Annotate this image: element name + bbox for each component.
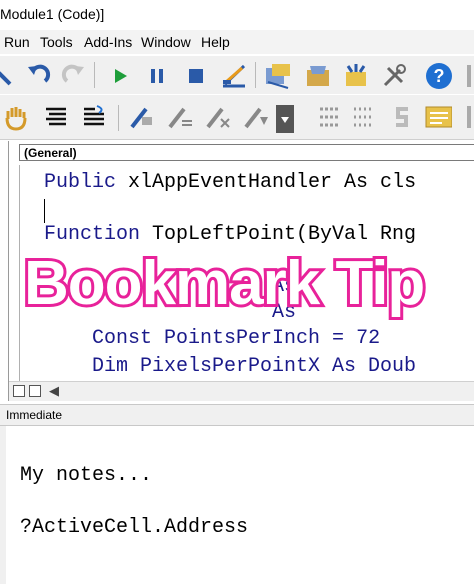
immediate-window-title: Immediate <box>6 408 63 422</box>
horizontal-scrollbar[interactable]: ◀ <box>9 381 474 401</box>
immediate-line: ?ActiveCell.Address <box>20 516 249 539</box>
project-explorer-icon[interactable] <box>264 62 292 90</box>
code-text: PointsPerInch = 72 <box>152 327 381 350</box>
toolbar-separator <box>118 105 119 131</box>
quick-info-icon[interactable] <box>128 103 156 131</box>
menu-window[interactable]: Window <box>141 34 191 50</box>
toggle-bookmark-icon[interactable] <box>242 103 270 131</box>
code-keyword: Public <box>44 171 117 194</box>
standard-toolbar: ? <box>0 56 474 94</box>
toolbar-overflow-icon[interactable] <box>458 62 474 90</box>
complete-word-icon[interactable] <box>204 103 232 131</box>
hand-icon[interactable] <box>2 103 30 131</box>
title-bar: Module1 (Code)] <box>0 0 474 28</box>
toolbar-separator <box>94 62 95 88</box>
bookmark-tip-overlay: Bookmark Tip <box>21 246 428 321</box>
immediate-line: My notes... <box>20 464 153 487</box>
list-properties-icon[interactable] <box>42 103 70 131</box>
uncomment-block-icon[interactable] <box>350 103 378 131</box>
menu-help[interactable]: Help <box>201 34 230 50</box>
code-text: PixelsPerPointX As Doub <box>128 355 417 378</box>
text-cursor <box>44 199 45 223</box>
code-line: Public xlAppEventHandler As cls <box>44 171 416 194</box>
full-module-view-icon[interactable] <box>29 385 41 397</box>
toolbox-icon[interactable] <box>380 62 408 90</box>
scroll-left-icon[interactable]: ◀ <box>49 383 59 399</box>
window-title: Module1 (Code)] <box>0 6 105 22</box>
code-text: TopLeftPoint(ByVal Rng <box>140 223 417 246</box>
edit-toolbar <box>0 95 474 140</box>
procedure-view-icon[interactable] <box>13 385 25 397</box>
toolbar-scroll-icon[interactable] <box>276 105 294 133</box>
menu-run[interactable]: Run <box>4 34 30 50</box>
code-line: Const PointsPerInch = 72 <box>44 327 380 350</box>
object-selector-value: (General) <box>24 146 77 160</box>
list-constants-icon[interactable] <box>80 103 108 131</box>
code-keyword: Function <box>44 223 141 246</box>
reset-icon[interactable] <box>182 62 210 90</box>
object-selector[interactable]: (General) <box>19 144 474 161</box>
run-icon[interactable] <box>106 62 134 90</box>
svg-text:?: ? <box>434 66 445 86</box>
menu-bar: Run Tools Add-Ins Window Help <box>0 30 474 54</box>
properties-window-icon[interactable] <box>304 62 332 90</box>
parameter-info-icon[interactable] <box>166 103 194 131</box>
object-browser-icon[interactable] <box>342 62 370 90</box>
help-icon[interactable]: ? <box>424 62 452 90</box>
redo-partial-icon[interactable] <box>0 62 16 90</box>
menu-add-ins[interactable]: Add-Ins <box>84 34 132 50</box>
redo-icon[interactable] <box>60 62 88 90</box>
code-keyword: Dim <box>44 355 129 378</box>
break-icon[interactable] <box>143 62 171 90</box>
comment-block-icon[interactable] <box>316 103 344 131</box>
code-text: xlAppEventHandler As cls <box>116 171 417 194</box>
code-line: Dim PixelsPerPointX As Doub <box>44 355 416 378</box>
clear-bookmarks-icon[interactable] <box>424 103 452 131</box>
toolbar-overflow-icon[interactable] <box>458 103 474 131</box>
menu-tools[interactable]: Tools <box>40 34 73 50</box>
immediate-window-header: Immediate <box>0 404 474 426</box>
code-line: Function TopLeftPoint(ByVal Rng <box>44 223 416 246</box>
undo-icon[interactable] <box>24 62 52 90</box>
design-mode-icon[interactable] <box>220 62 248 90</box>
toolbar-separator <box>255 62 256 88</box>
code-keyword: Const <box>44 327 153 350</box>
next-bookmark-icon[interactable] <box>388 103 416 131</box>
immediate-window[interactable]: My notes... ?ActiveCell.Address <box>0 426 474 584</box>
